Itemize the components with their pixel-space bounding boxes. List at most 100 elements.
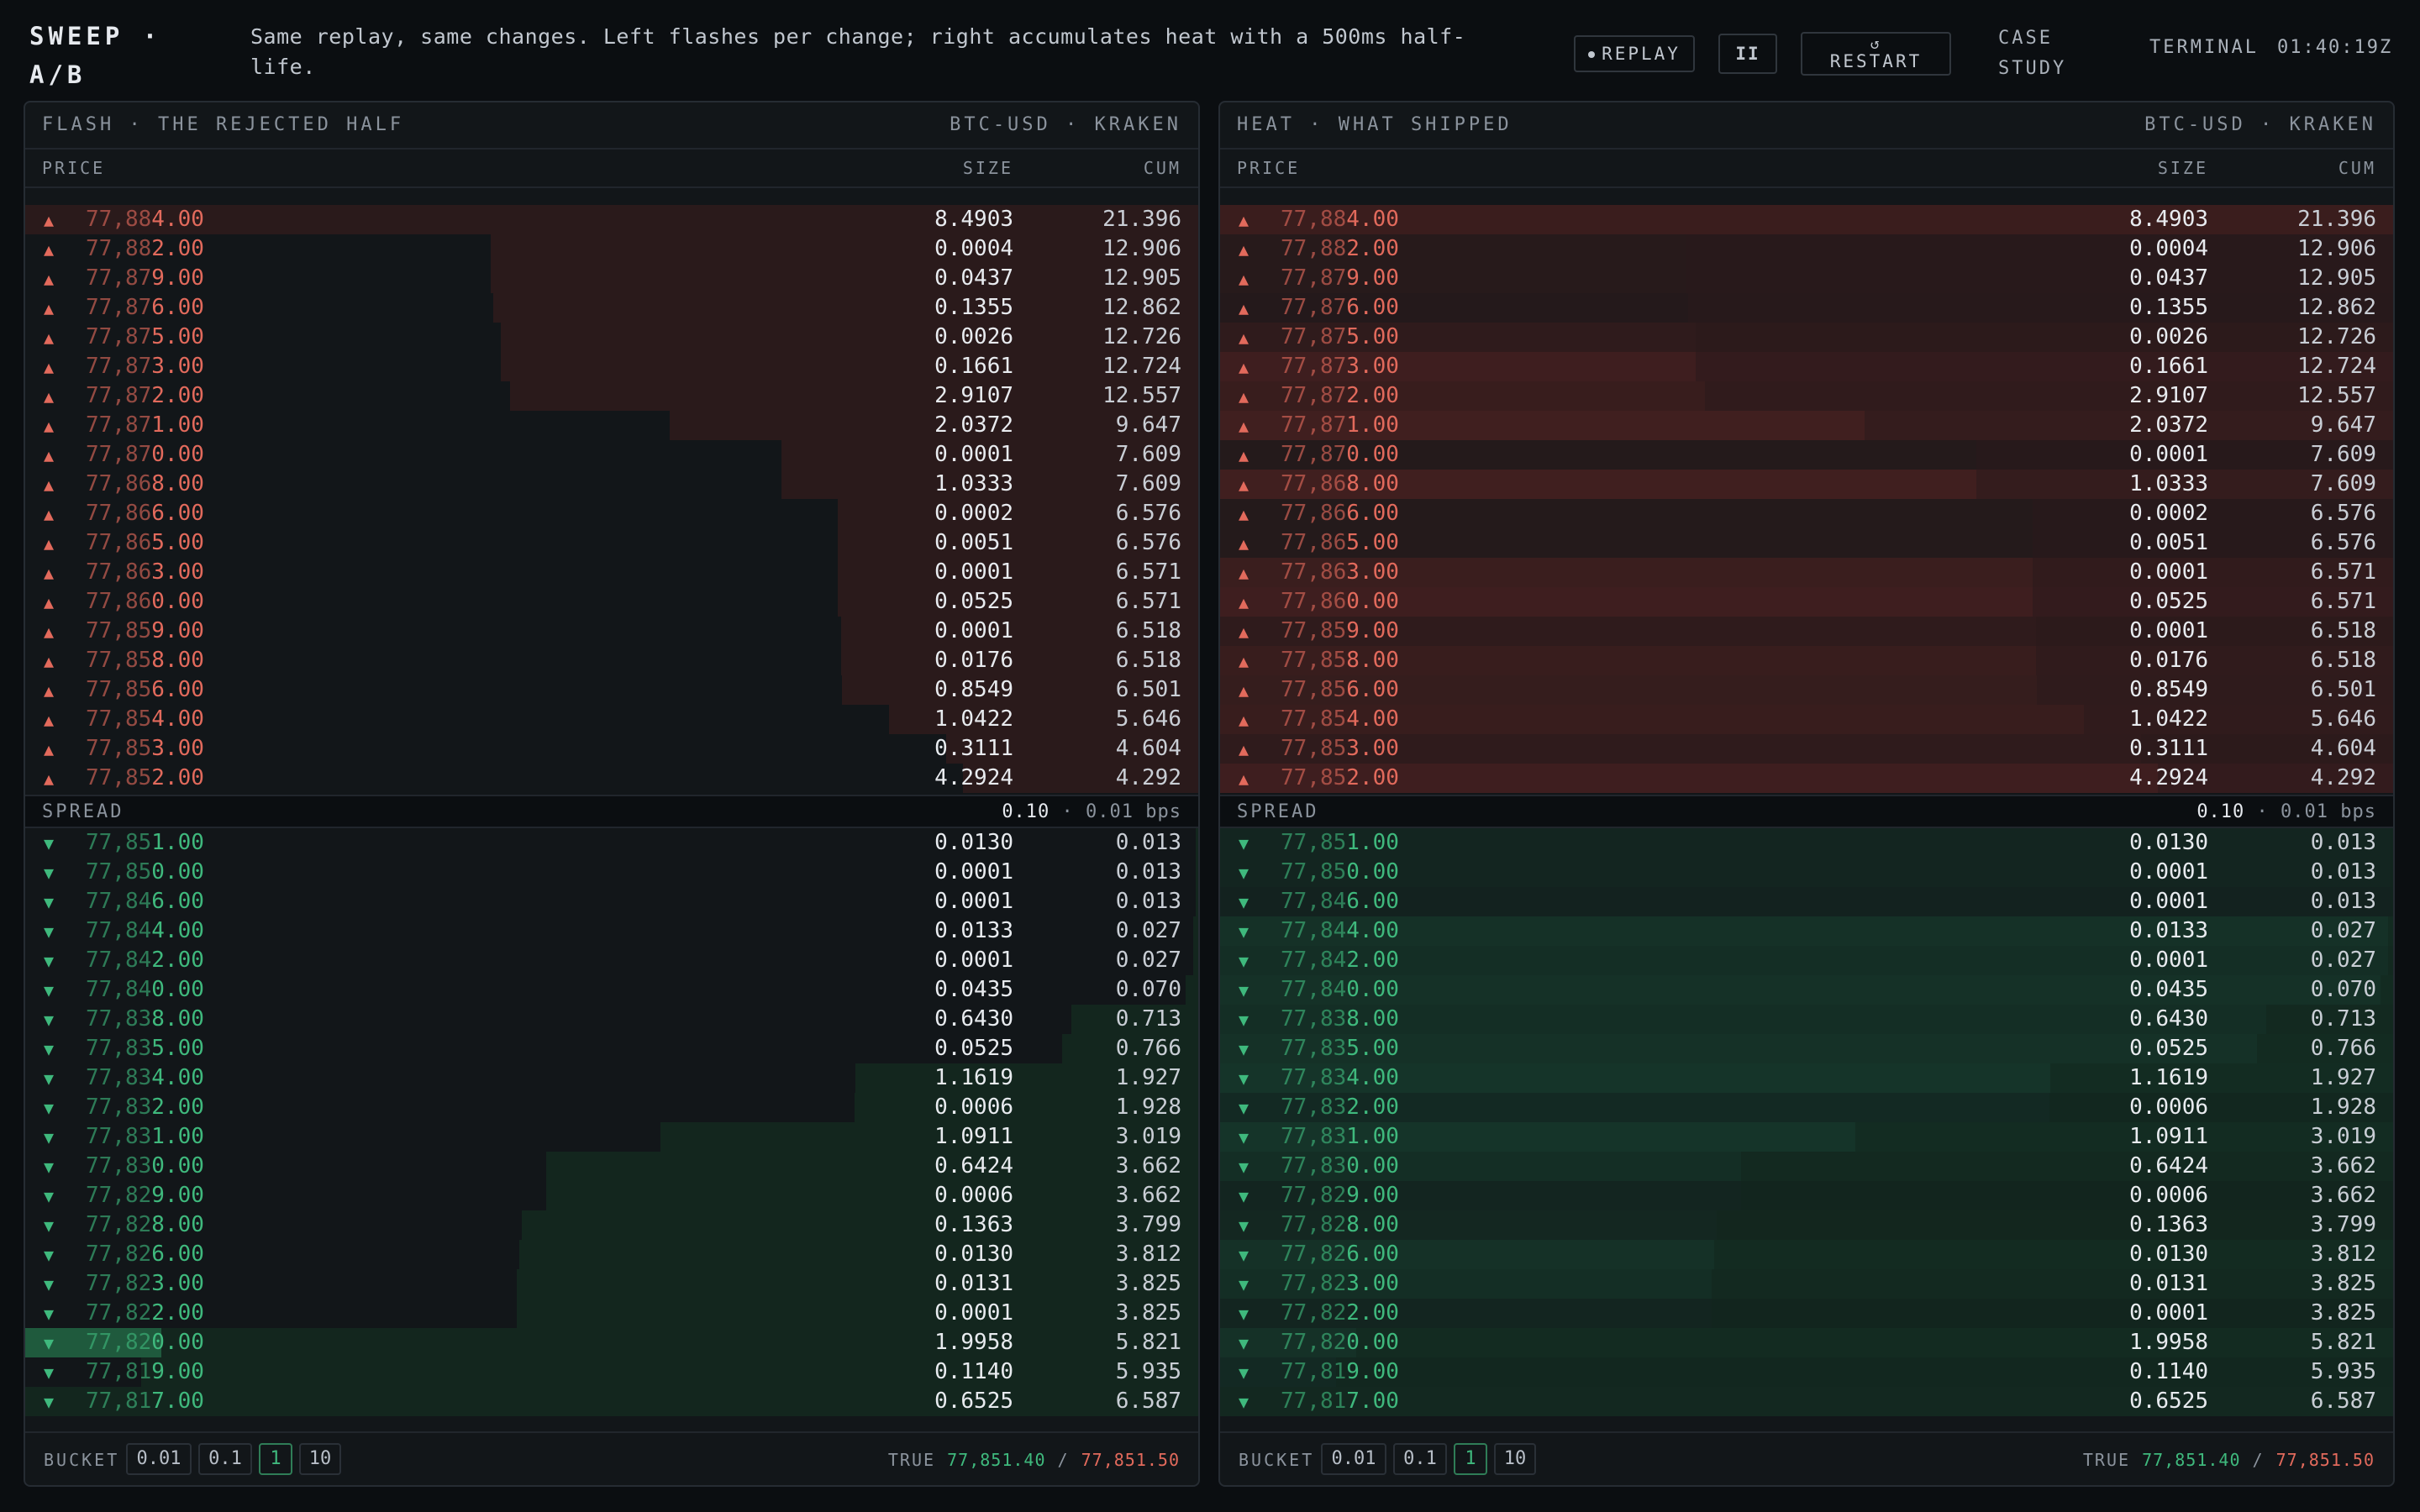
- price: 77,858.00: [86, 646, 204, 675]
- price: 77,863.00: [86, 558, 204, 587]
- price: 77,834.00: [1281, 1063, 1399, 1093]
- bid-row: ▼ 77,820.00 1.9958 5.821: [25, 1328, 1198, 1357]
- up-triangle-icon: ▲: [44, 445, 55, 465]
- price: 77,846.00: [1281, 887, 1399, 916]
- panel-venue: BTC-USD · KRAKEN: [950, 114, 1181, 135]
- bucket-1[interactable]: 1: [1454, 1443, 1487, 1475]
- price-prefix: 77,86: [86, 471, 152, 496]
- bid-row: ▼ 77,832.00 0.0006 1.928: [1220, 1093, 2393, 1122]
- cum: 12.726: [2297, 324, 2376, 349]
- cum: 6.571: [2310, 559, 2376, 585]
- price: 77,868.00: [1281, 470, 1399, 499]
- heat-panel: HEAT · WHAT SHIPPED BTC-USD · KRAKEN PRI…: [1218, 101, 2395, 1487]
- down-triangle-icon: ▼: [1239, 1098, 1249, 1118]
- price-prefix: 77,87: [1281, 354, 1347, 379]
- bid-row: ▼ 77,820.00 1.9958 5.821: [1220, 1328, 2393, 1357]
- ask-row: ▲ 77,872.00 2.9107 12.557: [1220, 381, 2393, 411]
- cum: 6.576: [1115, 530, 1181, 555]
- cum: 1.928: [1115, 1095, 1181, 1120]
- pause-icon: II: [1735, 44, 1760, 64]
- cum: 5.935: [1115, 1359, 1181, 1384]
- cum: 0.027: [1115, 948, 1181, 973]
- size: 0.0006: [2129, 1183, 2208, 1208]
- depth-bar: [2391, 828, 2393, 858]
- ask-row: ▲ 77,866.00 0.0002 6.576: [1220, 499, 2393, 528]
- price: 77,832.00: [86, 1093, 204, 1122]
- price-prefix: 77,85: [86, 736, 152, 761]
- price-prefix: 77,81: [1281, 1389, 1347, 1414]
- case-study-link[interactable]: CASE STUDY: [1998, 24, 2099, 84]
- price: 77,830.00: [86, 1152, 204, 1181]
- price-prefix: 77,83: [1281, 1006, 1347, 1032]
- cum: 3.662: [1115, 1183, 1181, 1208]
- size: 0.6424: [934, 1153, 1013, 1179]
- price-prefix: 77,82: [1281, 1242, 1347, 1267]
- bid-row: ▼ 77,835.00 0.0525 0.766: [25, 1034, 1198, 1063]
- restart-button[interactable]: ↺ RESTART: [1801, 32, 1951, 76]
- replay-button[interactable]: REPLAY: [1574, 35, 1695, 72]
- size: 0.0001: [2129, 618, 2208, 643]
- price-suffix: 2.00: [151, 236, 204, 261]
- cum: 6.576: [2310, 501, 2376, 526]
- down-triangle-icon: ▼: [1239, 1157, 1249, 1177]
- cum: 0.027: [1115, 918, 1181, 943]
- ask-row: ▲ 77,860.00 0.0525 6.571: [25, 587, 1198, 617]
- depth-bar: [1740, 1152, 2393, 1181]
- panel-venue: BTC-USD · KRAKEN: [2144, 114, 2376, 135]
- price-suffix: 9.00: [151, 1359, 204, 1384]
- up-triangle-icon: ▲: [1239, 445, 1249, 465]
- price-suffix: 0.00: [1346, 589, 1399, 614]
- cum: 12.906: [1102, 236, 1181, 261]
- price: 77,876.00: [1281, 293, 1399, 323]
- price: 77,872.00: [86, 381, 204, 411]
- depth-bar: [490, 264, 1198, 293]
- depth-bar: [521, 1210, 1198, 1240]
- price: 77,863.00: [1281, 558, 1399, 587]
- price: 77,870.00: [1281, 440, 1399, 470]
- spread-value: 0.10: [2196, 801, 2245, 822]
- up-triangle-icon: ▲: [44, 769, 55, 789]
- bucket-10[interactable]: 10: [1494, 1443, 1536, 1475]
- size: 1.1619: [934, 1065, 1013, 1090]
- bid-row: ▼ 77,822.00 0.0001 3.825: [1220, 1299, 2393, 1328]
- cum: 3.662: [1115, 1153, 1181, 1179]
- size: 0.0004: [2129, 236, 2208, 261]
- bucket-0.1[interactable]: 0.1: [198, 1443, 252, 1475]
- true-ask: 77,851.50: [1081, 1450, 1180, 1470]
- size: 0.0051: [934, 530, 1013, 555]
- up-triangle-icon: ▲: [44, 416, 55, 436]
- price-suffix: 9.00: [1346, 265, 1399, 291]
- cum: 12.905: [1102, 265, 1181, 291]
- price-suffix: 3.00: [1346, 736, 1399, 761]
- pause-button[interactable]: II: [1718, 34, 1777, 74]
- spread-label: SPREAD: [42, 801, 124, 822]
- bucket-0.1[interactable]: 0.1: [1393, 1443, 1447, 1475]
- size: 1.9958: [2129, 1330, 2208, 1355]
- cum: 0.013: [2310, 889, 2376, 914]
- price: 77,844.00: [86, 916, 204, 946]
- flash-panel: FLASH · THE REJECTED HALF BTC-USD · KRAK…: [24, 101, 1200, 1487]
- ask-row: ▲ 77,870.00 0.0001 7.609: [1220, 440, 2393, 470]
- bucket-1[interactable]: 1: [259, 1443, 292, 1475]
- price-suffix: 1.00: [1346, 412, 1399, 438]
- asks-list: ▲ 77,884.00 8.4903 21.396 ▲ 77,882.00 0.0004 12…: [25, 205, 1198, 793]
- size: 0.0176: [2129, 648, 2208, 673]
- bid-row: ▼ 77,817.00 0.6525 6.587: [1220, 1387, 2393, 1416]
- bucket-0.01[interactable]: 0.01: [126, 1443, 192, 1475]
- price: 77,823.00: [86, 1269, 204, 1299]
- down-triangle-icon: ▼: [1239, 1304, 1249, 1324]
- price-suffix: 4.00: [151, 1065, 204, 1090]
- bucket-10[interactable]: 10: [299, 1443, 341, 1475]
- terminal-link[interactable]: TERMINAL: [2149, 37, 2259, 58]
- cum: 3.019: [2310, 1124, 2376, 1149]
- tagline: Same replay, same changes. Left flashes …: [250, 24, 1466, 79]
- up-triangle-icon: ▲: [44, 533, 55, 554]
- bucket-0.01[interactable]: 0.01: [1321, 1443, 1386, 1475]
- size: 0.0006: [934, 1095, 1013, 1120]
- down-triangle-icon: ▼: [1239, 1186, 1249, 1206]
- price-suffix: 3.00: [1346, 1271, 1399, 1296]
- bid-row: ▼ 77,838.00 0.6430 0.713: [1220, 1005, 2393, 1034]
- price: 77,860.00: [1281, 587, 1399, 617]
- bid-row: ▼ 77,851.00 0.0130 0.013: [25, 828, 1198, 858]
- bid-row: ▼ 77,819.00 0.1140 5.935: [1220, 1357, 2393, 1387]
